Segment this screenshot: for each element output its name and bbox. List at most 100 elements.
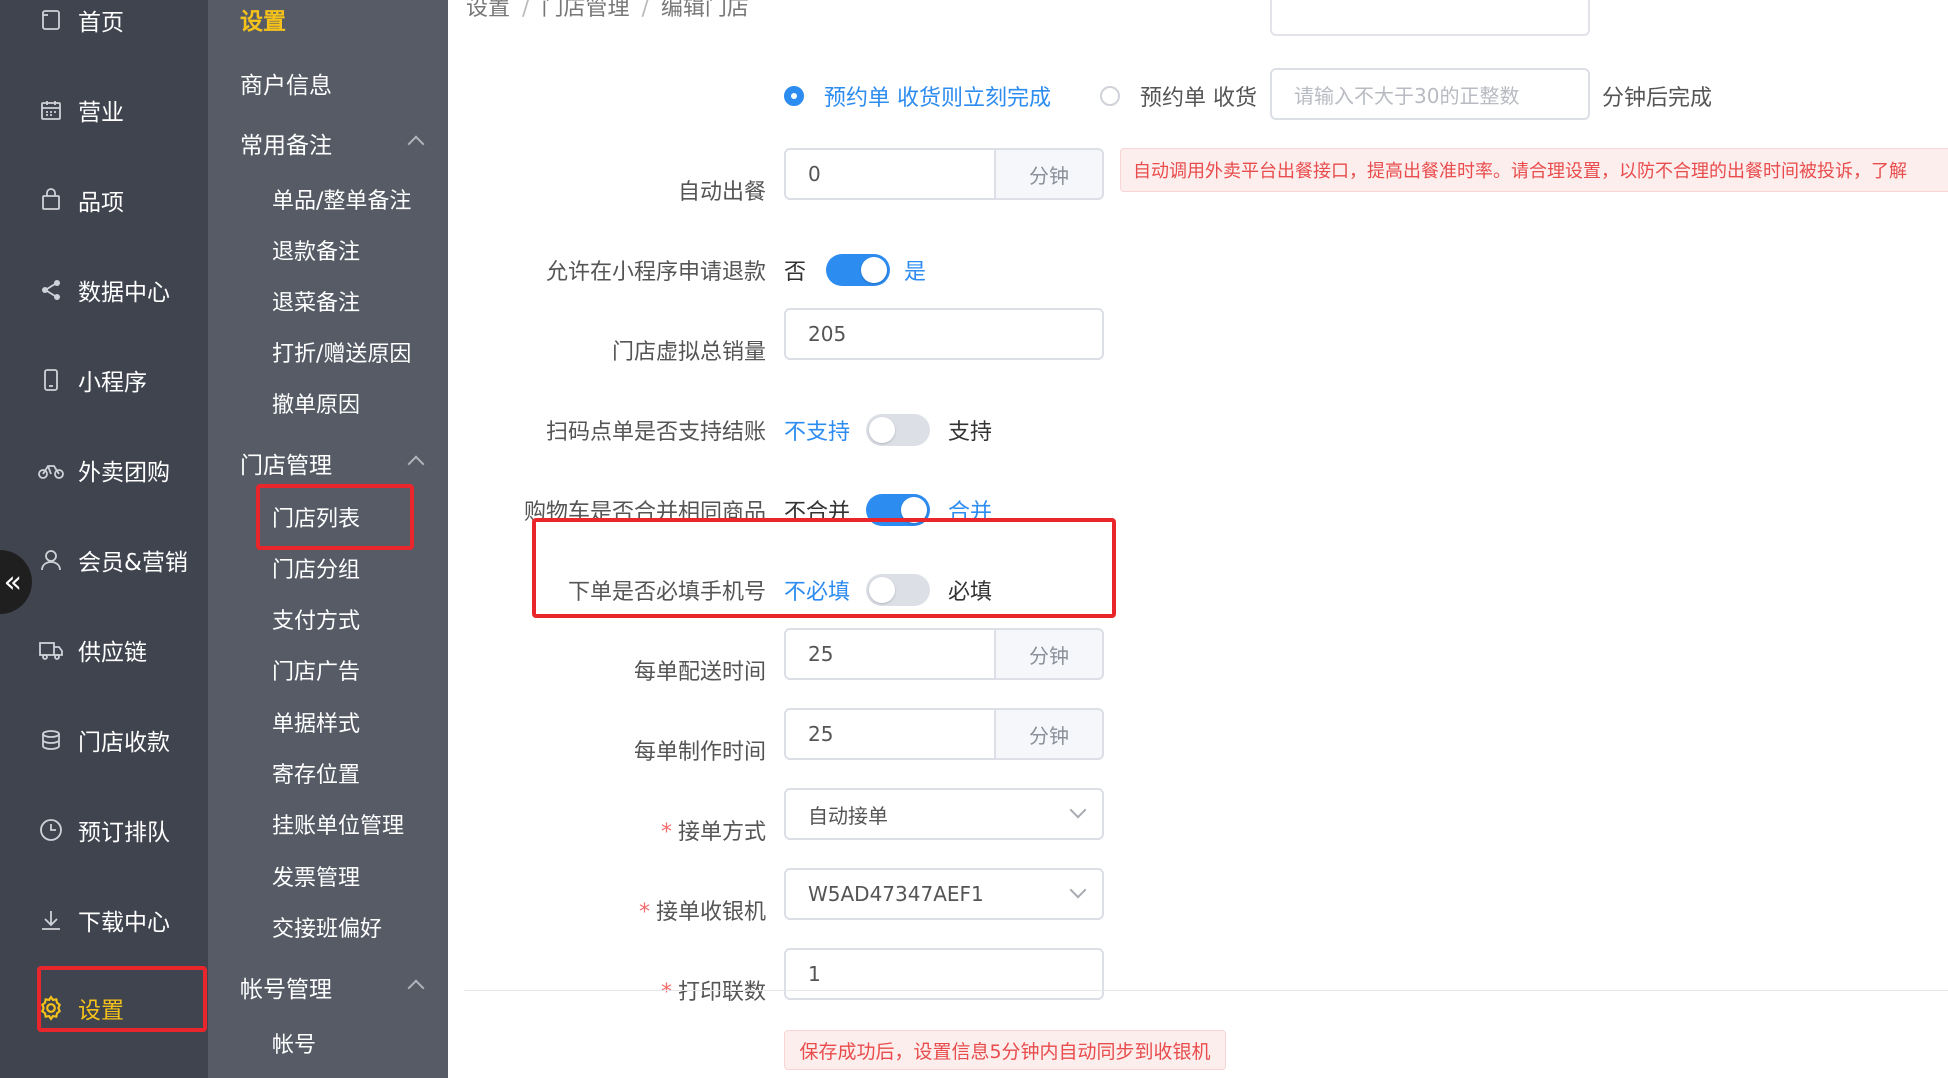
field-label: 每单配送时间 (633, 660, 766, 685)
field-label: * 接单收银机 (639, 894, 766, 926)
chevron-down-icon (1069, 801, 1087, 819)
input-value: 0 (808, 162, 821, 186)
preorder-suffix: 分钟后完成 (1602, 86, 1713, 111)
nav2-item-storage-location[interactable]: 寄存位置 (272, 757, 360, 789)
double-chevron-left-icon: « (3, 564, 22, 600)
nav-item-supply-chain[interactable]: 供应链 (0, 620, 208, 680)
preorder-minutes-input[interactable]: 请输入不大于30的正整数 (1270, 68, 1590, 120)
nav-label: 预订排队 (78, 820, 170, 846)
gear-icon (38, 995, 64, 1021)
row-prep-time: 每单制作时间 (448, 720, 1948, 776)
input-value: 1 (808, 962, 821, 986)
nav2-item-item-remark[interactable]: 单品/整单备注 (272, 183, 411, 215)
field-label: 允许在小程序申请退款 (545, 260, 766, 285)
prep-time-input[interactable]: 25 (784, 708, 996, 760)
nav2-item-discount-reason[interactable]: 打折/赠送原因 (272, 336, 411, 368)
calendar-icon (38, 97, 64, 123)
nav-item-products[interactable]: 品项 (0, 170, 208, 230)
nav-item-store-payments[interactable]: 门店收款 (0, 710, 208, 770)
required-mark: * (660, 820, 672, 845)
nav-label: 会员&营销 (78, 550, 188, 576)
partial-input-above[interactable] (1270, 0, 1590, 36)
nav2-group-remarks[interactable]: 常用备注 (240, 126, 332, 160)
row-phone-required: 下单是否必填手机号 不必填 必填 (448, 560, 1948, 616)
nav2-item-receipt-style[interactable]: 单据样式 (272, 706, 360, 738)
nav2-item-store-list[interactable]: 门店列表 (272, 501, 360, 533)
merge-cart-switch[interactable] (866, 494, 930, 526)
print-copies-input[interactable]: 1 (784, 948, 1104, 1000)
breadcrumb: 设置 / 门店管理 / 编辑门店 (466, 0, 749, 22)
bike-icon (38, 457, 64, 483)
required-mark: * (660, 980, 672, 1005)
nav-item-downloads[interactable]: 下载中心 (0, 890, 208, 950)
chevron-down-icon (1069, 881, 1087, 899)
user-icon (38, 547, 64, 573)
nav2-item-return-dish-remark[interactable]: 退菜备注 (272, 285, 360, 317)
toggle-on-text: 是 (904, 260, 927, 285)
preorder-delay-radio[interactable]: 预约单 收货 (1100, 80, 1257, 112)
nav2-merchant-info[interactable]: 商户信息 (240, 66, 332, 100)
input-placeholder: 请输入不大于30的正整数 (1294, 83, 1520, 108)
auto-meal-alert: 自动调用外卖平台出餐接口，提高出餐准时率。请合理设置，以防不合理的出餐时间被投诉… (1120, 148, 1948, 192)
row-virtual-sales: 门店虚拟总销量 (448, 320, 1948, 376)
nav2-item-cancel-reason[interactable]: 撤单原因 (272, 387, 360, 419)
toggle-off-text: 不合并 (784, 500, 851, 525)
home-icon (38, 7, 64, 33)
scan-checkout-switch[interactable] (866, 414, 930, 446)
phone-icon (38, 367, 64, 393)
nav-label: 门店收款 (78, 730, 170, 756)
nav2-item-payment-methods[interactable]: 支付方式 (272, 603, 360, 635)
required-mark: * (638, 900, 650, 925)
row-accept-mode: * 接单方式 (448, 800, 1948, 856)
field-label: 扫码点单是否支持结账 (545, 420, 766, 445)
nav-label: 数据中心 (78, 280, 170, 306)
nav2-item-credit-units[interactable]: 挂账单位管理 (272, 808, 404, 840)
nav2-item-shift-preference[interactable]: 交接班偏好 (272, 911, 382, 943)
label-text: 接单方式 (677, 820, 766, 845)
breadcrumb-item[interactable]: 设置 (466, 0, 510, 21)
toggle-off-text: 不必填 (784, 580, 851, 605)
nav-label: 下载中心 (78, 910, 170, 936)
nav2-item-account[interactable]: 帐号 (272, 1027, 316, 1059)
accept-mode-select[interactable]: 自动接单 (784, 788, 1104, 840)
nav-item-settings[interactable]: 设置 (0, 978, 208, 1038)
row-delivery-time: 每单配送时间 (448, 640, 1948, 696)
label-text: 接单收银机 (655, 900, 766, 925)
breadcrumb-item: 编辑门店 (660, 0, 749, 21)
select-value: 自动接单 (808, 803, 888, 828)
nav2-item-refund-remark[interactable]: 退款备注 (272, 234, 360, 266)
accept-cashier-select[interactable]: W5AD47347AEF1 (784, 868, 1104, 920)
virtual-sales-input[interactable]: 205 (784, 308, 1104, 360)
radio-label: 预约单 收货 (1140, 86, 1257, 111)
preorder-immediate-radio[interactable]: 预约单 收货则立刻完成 (784, 80, 1051, 112)
nav2-item-store-group[interactable]: 门店分组 (272, 552, 360, 584)
chevron-up-icon[interactable] (407, 455, 425, 473)
nav-item-business[interactable]: 营业 (0, 80, 208, 140)
toggle-off-text: 不支持 (784, 420, 851, 445)
nav-item-miniapp[interactable]: 小程序 (0, 350, 208, 410)
nav2-group-store[interactable]: 门店管理 (240, 446, 332, 480)
nav-item-reservation[interactable]: 预订排队 (0, 800, 208, 860)
refund-miniapp-switch[interactable] (826, 254, 890, 286)
breadcrumb-item[interactable]: 门店管理 (541, 0, 629, 21)
nav2-item-invoice[interactable]: 发票管理 (272, 860, 360, 892)
chevron-up-icon[interactable] (407, 979, 425, 997)
delivery-time-unit: 分钟 (996, 628, 1104, 680)
input-value: 25 (808, 642, 834, 666)
field-label: 门店虚拟总销量 (611, 340, 766, 365)
field-label: 购物车是否合并相同商品 (523, 500, 766, 525)
chevron-up-icon[interactable] (407, 135, 425, 153)
nav-item-delivery[interactable]: 外卖团购 (0, 440, 208, 500)
toggle-on-text: 支持 (948, 420, 993, 445)
coins-icon (38, 727, 64, 753)
nav-item-home[interactable]: 首页 (0, 0, 208, 50)
delivery-time-input[interactable]: 25 (784, 628, 996, 680)
nav-label: 供应链 (78, 640, 147, 666)
auto-meal-input[interactable]: 0 (784, 148, 996, 200)
nav2-group-account[interactable]: 帐号管理 (240, 970, 332, 1004)
nav2-item-store-ads[interactable]: 门店广告 (272, 654, 360, 686)
phone-required-switch[interactable] (866, 574, 930, 606)
nav-label: 外卖团购 (78, 460, 170, 486)
primary-sidebar: 首页 营业 品项 数据中心 小程序 外卖团购 会员&营销 供应链 门店收款 预订… (0, 0, 208, 1078)
nav-item-data-center[interactable]: 数据中心 (0, 260, 208, 320)
